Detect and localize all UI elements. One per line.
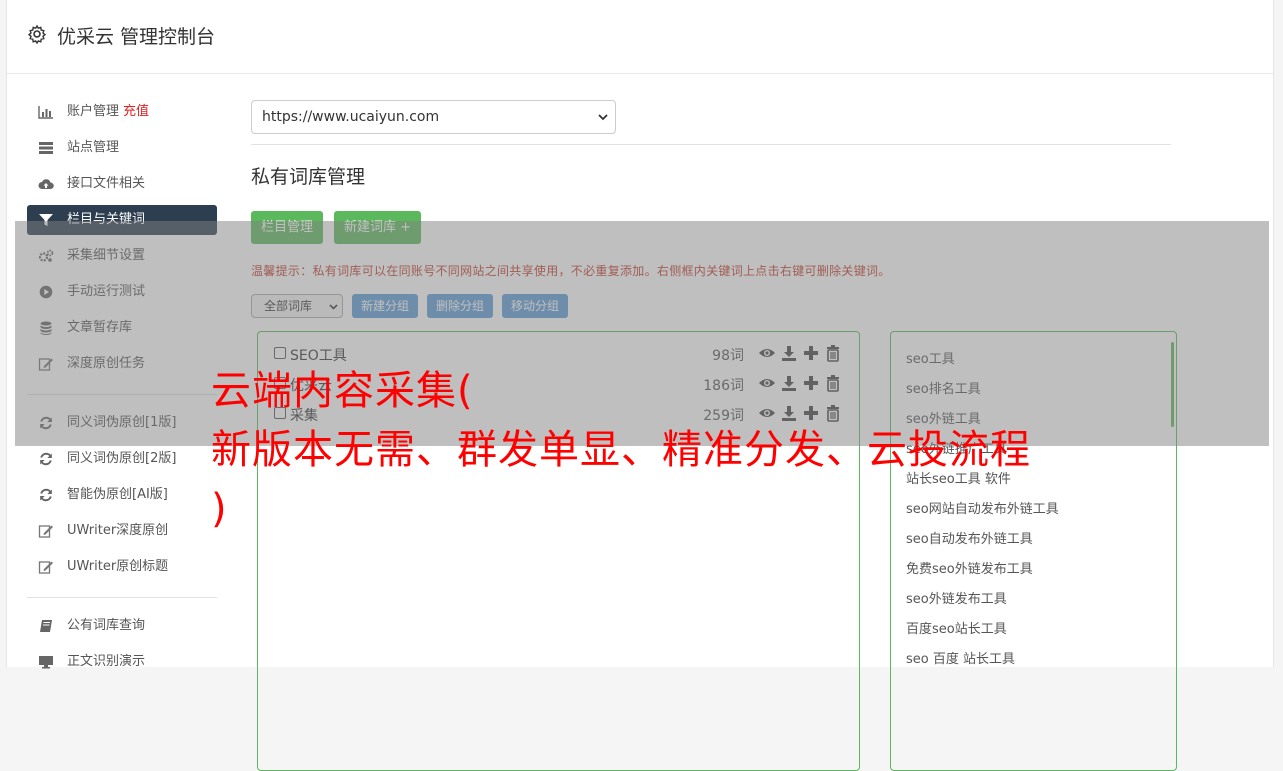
book-icon: [38, 619, 54, 633]
sidebar-item-label: 智能伪原创[AI版]: [67, 487, 168, 502]
sidebar-item-interface-files[interactable]: 接口文件相关: [27, 166, 217, 202]
cloud-upload-icon: [38, 177, 54, 191]
refresh-icon: [38, 452, 54, 466]
sidebar-item-sites[interactable]: 站点管理: [27, 130, 217, 166]
sidebar-item-label: 公有词库查询: [67, 618, 146, 633]
sidebar-item-ai-rewrite[interactable]: 智能伪原创[AI版]: [27, 477, 217, 513]
keyword-item[interactable]: seo外链发布工具: [906, 588, 1007, 607]
keyword-item[interactable]: 免费seo外链发布工具: [906, 558, 1033, 577]
edit-icon: [38, 524, 54, 538]
divider: [251, 144, 1171, 145]
sidebar-item-text-recognition[interactable]: 正文识别演示: [27, 644, 217, 680]
bar-chart-icon: [38, 105, 54, 119]
sidebar-item-label: 同义词伪原创[2版]: [67, 451, 177, 466]
sidebar-item-account[interactable]: 账户管理 充值: [27, 94, 217, 130]
refresh-icon: [38, 488, 54, 502]
keyword-item[interactable]: 百度seo站长工具: [906, 618, 1007, 637]
gear-icon: [27, 24, 47, 44]
keyword-item[interactable]: seo 百度 站长工具: [906, 648, 1015, 667]
section-title: 私有词库管理: [251, 166, 366, 188]
recharge-link[interactable]: 充值: [123, 104, 149, 119]
sidebar-item-label: 站点管理: [67, 140, 120, 155]
sidebar-item-label: UWriter深度原创: [67, 523, 169, 538]
chevron-down-icon: [598, 114, 608, 121]
sidebar-divider: [27, 597, 217, 598]
site-select-value: https://www.ucaiyun.com: [262, 109, 440, 125]
sidebar-item-label: UWriter原创标题: [67, 559, 169, 574]
edit-icon: [38, 560, 54, 574]
page-title: 优采云 管理控制台: [57, 26, 216, 48]
sidebar-item-public-lib[interactable]: 公有词库查询: [27, 608, 217, 644]
promo-overlay-text: 云端内容采集( 新版本无需、群发单显、精准分发、云投流程 ): [211, 368, 1031, 532]
sidebar-item-label: 接口文件相关: [67, 176, 146, 191]
sidebar-item-uwriter-deep[interactable]: UWriter深度原创: [27, 513, 217, 549]
sidebar-item-uwriter-title[interactable]: UWriter原创标题: [27, 549, 217, 585]
site-select[interactable]: https://www.ucaiyun.com: [251, 100, 616, 134]
server-icon: [38, 141, 54, 155]
sidebar-item-synonym-v2[interactable]: 同义词伪原创[2版]: [27, 441, 217, 477]
top-bar: 优采云 管理控制台: [7, 0, 1273, 74]
sidebar-item-label: 账户管理: [67, 104, 120, 119]
